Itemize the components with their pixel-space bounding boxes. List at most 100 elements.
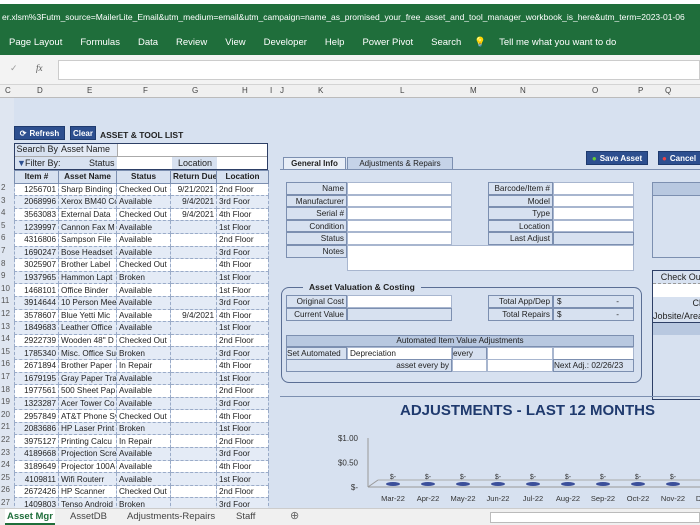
table-row[interactable]: 2083686 HP Laser Print Broken 1st Floor bbox=[14, 421, 269, 436]
table-row[interactable]: 3025907 Brother Label Checked Out 4th Floor bbox=[14, 258, 269, 272]
name-input[interactable] bbox=[347, 182, 452, 195]
ribbon-tab-power-pivot[interactable]: Power Pivot bbox=[353, 37, 422, 48]
tell-me-search[interactable]: Tell me what you want to do bbox=[490, 37, 625, 48]
table-row[interactable]: 2957849 AT&T Phone Sy Checked Out 4th Floor bbox=[14, 409, 269, 423]
cancel-button[interactable]: ● Cancel bbox=[658, 151, 700, 165]
row-number[interactable]: 16 bbox=[1, 359, 10, 368]
enter-icon[interactable]: ✓ bbox=[10, 63, 18, 74]
ribbon-tab-formulas[interactable]: Formulas bbox=[71, 37, 129, 48]
row-number[interactable]: 23 bbox=[1, 448, 10, 457]
manufacturer-input[interactable] bbox=[347, 194, 452, 208]
table-row[interactable]: 1937965 Hammon Lapt Broken 1st Floor bbox=[14, 270, 269, 285]
row-number[interactable]: 11 bbox=[1, 296, 9, 305]
row-number[interactable]: 3 bbox=[1, 196, 5, 205]
table-row[interactable]: 1690247 Bose Headset Available 3rd Foor bbox=[14, 245, 269, 260]
row-number[interactable]: 21 bbox=[1, 422, 10, 431]
table-row[interactable]: 4189668 Projection Scre Available 3rd Foor bbox=[14, 447, 269, 461]
serial--input[interactable] bbox=[347, 207, 452, 220]
refresh-button[interactable]: ⟳ Refresh bbox=[14, 126, 65, 140]
list-header[interactable]: Return Due bbox=[170, 170, 217, 184]
sheet-tab-asset-mgr[interactable]: Asset Mgr bbox=[5, 509, 55, 525]
table-row[interactable]: 1256701 Sharp Binding Checked Out 9/21/2021… bbox=[14, 182, 269, 197]
row-number[interactable]: 27 bbox=[1, 498, 10, 507]
search-by-select[interactable]: Asset Name bbox=[60, 144, 117, 156]
table-row[interactable]: 4316806 Sampson File Available 2nd Floor bbox=[14, 232, 269, 247]
barcode-item--input[interactable] bbox=[553, 182, 634, 195]
column-header-G[interactable]: G bbox=[192, 86, 198, 95]
type-input[interactable] bbox=[553, 207, 634, 220]
status-input[interactable] bbox=[347, 232, 452, 245]
table-row[interactable]: 3578607 Blue Yetti Mic Available 9/4/2021 4t… bbox=[14, 308, 269, 323]
clear-button[interactable]: Clear bbox=[70, 126, 96, 140]
ribbon-tab-data[interactable]: Data bbox=[129, 37, 167, 48]
row-number[interactable]: 14 bbox=[1, 334, 10, 343]
interval-unit-select[interactable] bbox=[553, 347, 634, 360]
original-cost-input[interactable] bbox=[347, 295, 452, 308]
amount-input[interactable] bbox=[452, 359, 487, 372]
fx-icon[interactable]: fx bbox=[36, 63, 43, 73]
checkout-input[interactable] bbox=[653, 284, 700, 297]
ribbon-tab-help[interactable]: Help bbox=[316, 37, 354, 48]
row-number[interactable]: 26 bbox=[1, 485, 10, 494]
table-row[interactable]: 2671894 Brother Paper In Repair 4th Floor bbox=[14, 358, 269, 373]
column-header-N[interactable]: N bbox=[520, 86, 526, 95]
ribbon-tab-view[interactable]: View bbox=[216, 37, 254, 48]
table-row[interactable]: 3563083 External Data Checked Out 9/4/2021 4… bbox=[14, 207, 269, 222]
row-number[interactable]: 22 bbox=[1, 435, 10, 444]
filter-status-input[interactable] bbox=[117, 157, 172, 169]
column-header-P[interactable]: P bbox=[638, 86, 643, 95]
row-number[interactable]: 7 bbox=[1, 246, 5, 255]
row-number[interactable]: 24 bbox=[1, 460, 10, 469]
table-row[interactable]: 3975127 Printing Calcu In Repair 2nd Floor bbox=[14, 434, 269, 449]
row-number[interactable]: 4 bbox=[1, 208, 5, 217]
list-header[interactable]: Status bbox=[116, 170, 171, 184]
row-number[interactable]: 6 bbox=[1, 233, 5, 242]
list-header[interactable]: Item # bbox=[14, 170, 59, 184]
column-header-M[interactable]: M bbox=[470, 86, 477, 95]
column-header-O[interactable]: O bbox=[592, 86, 598, 95]
row-number[interactable]: 5 bbox=[1, 221, 5, 230]
ribbon-tab-developer[interactable]: Developer bbox=[255, 37, 316, 48]
column-header-H[interactable]: H bbox=[242, 86, 248, 95]
row-number[interactable]: 12 bbox=[1, 309, 10, 318]
row-number[interactable]: 20 bbox=[1, 410, 10, 419]
ribbon-tab-search[interactable]: Search bbox=[422, 37, 470, 48]
table-row[interactable]: 1323287 Acer Tower Co Available 3rd Foor bbox=[14, 396, 269, 411]
horizontal-scrollbar[interactable] bbox=[490, 512, 700, 523]
table-row[interactable]: 1785340 Misc. Office Su Broken 3rd Foor bbox=[14, 346, 269, 360]
ribbon-tab-review[interactable]: Review bbox=[167, 37, 216, 48]
row-number[interactable]: 8 bbox=[1, 259, 5, 268]
adjust-type-select[interactable]: Depreciation bbox=[347, 347, 452, 360]
sheet-tab-assetdb[interactable]: AssetDB bbox=[70, 511, 107, 522]
notes-input[interactable] bbox=[347, 245, 634, 271]
row-number[interactable]: 15 bbox=[1, 347, 10, 356]
table-row[interactable]: 3189649 Projector 100A Available 4th Floor bbox=[14, 459, 269, 474]
row-number[interactable]: 10 bbox=[1, 284, 10, 293]
row-number[interactable]: 17 bbox=[1, 372, 10, 381]
sheet-tab-adjustments-repairs[interactable]: Adjustments-Repairs bbox=[127, 511, 215, 522]
table-row[interactable]: 2922739 Wooden 48" D Checked Out 2nd Floor bbox=[14, 333, 269, 348]
column-header-Q[interactable]: Q bbox=[665, 86, 671, 95]
row-number[interactable]: 9 bbox=[1, 271, 5, 280]
column-header-D[interactable]: D bbox=[37, 86, 43, 95]
save-asset-button[interactable]: ● Save Asset bbox=[586, 151, 648, 165]
column-header-J[interactable]: J bbox=[280, 86, 284, 95]
row-number[interactable]: 25 bbox=[1, 473, 10, 482]
column-header-I[interactable]: I bbox=[270, 86, 272, 95]
column-header-L[interactable]: L bbox=[400, 86, 404, 95]
table-row[interactable]: 1679195 Gray Paper Tra Available 1st Floor bbox=[14, 371, 269, 386]
table-row[interactable]: 1239997 Cannon Fax M Available 1st Floor bbox=[14, 220, 269, 234]
row-number[interactable]: 18 bbox=[1, 385, 10, 394]
table-row[interactable]: 3914644 10 Person Mee Available 3rd Foor bbox=[14, 295, 269, 310]
table-row[interactable]: 1849683 Leather Office Available 1st Floor bbox=[14, 321, 269, 335]
amount-unit-select[interactable] bbox=[487, 359, 553, 372]
sheet-tab-staff[interactable]: Staff bbox=[236, 511, 255, 522]
column-header-K[interactable]: K bbox=[318, 86, 323, 95]
row-number[interactable]: 2 bbox=[1, 183, 5, 192]
ribbon-tab-page-layout[interactable]: Page Layout bbox=[0, 37, 71, 48]
list-header[interactable]: Location bbox=[216, 170, 269, 184]
column-header-C[interactable]: C bbox=[5, 86, 11, 95]
column-header-E[interactable]: E bbox=[87, 86, 92, 95]
column-header-F[interactable]: F bbox=[143, 86, 148, 95]
formula-input[interactable] bbox=[58, 60, 700, 80]
